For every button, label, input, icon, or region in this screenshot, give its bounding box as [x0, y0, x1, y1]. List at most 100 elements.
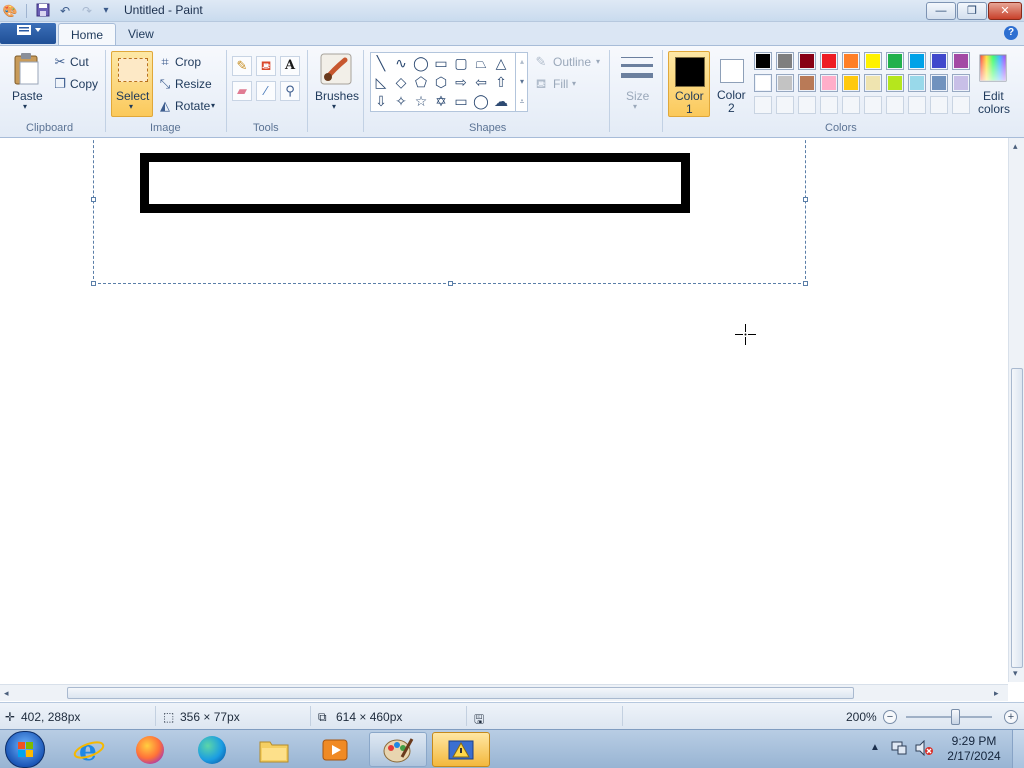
- palette-color-swatch[interactable]: [930, 52, 948, 70]
- palette-color-swatch[interactable]: [820, 52, 838, 70]
- redo-icon[interactable]: ↷: [79, 3, 95, 19]
- palette-color-swatch[interactable]: [908, 74, 926, 92]
- customize-quick-access-icon[interactable]: ▾: [98, 3, 114, 19]
- rounded-rectangle-shape-icon[interactable]: ▢: [452, 54, 470, 72]
- edit-colors-label-1[interactable]: Edit: [983, 89, 1004, 103]
- fill-bucket-icon[interactable]: ⛾: [256, 56, 276, 76]
- oval-shape-icon[interactable]: ◯: [412, 54, 430, 72]
- outline-button[interactable]: Outline: [553, 55, 591, 69]
- edit-colors-label-2[interactable]: colors: [978, 102, 1010, 116]
- oval-callout-shape-icon[interactable]: ◯: [472, 92, 490, 110]
- rotate-icon[interactable]: ◭: [157, 98, 173, 114]
- palette-custom-slot[interactable]: [798, 96, 816, 114]
- diamond-shape-icon[interactable]: ◇: [392, 73, 410, 91]
- selection-handle[interactable]: [803, 281, 808, 286]
- paste-dropdown-icon[interactable]: ▾: [23, 102, 27, 111]
- right-arrow-shape-icon[interactable]: ⇨: [452, 73, 470, 91]
- help-icon[interactable]: ?: [1004, 26, 1018, 40]
- zoom-slider-knob[interactable]: [951, 709, 960, 725]
- paint-taskbar-icon[interactable]: [369, 732, 427, 767]
- palette-color-swatch[interactable]: [776, 52, 794, 70]
- save-icon[interactable]: [35, 3, 51, 19]
- curve-shape-icon[interactable]: ∿: [392, 54, 410, 72]
- rotate-button[interactable]: Rotate: [175, 99, 210, 113]
- hexagon-shape-icon[interactable]: ⬡: [432, 73, 450, 91]
- palette-custom-slot[interactable]: [886, 96, 904, 114]
- cloud-callout-shape-icon[interactable]: ☁: [492, 92, 510, 110]
- rounded-callout-shape-icon[interactable]: ▭: [452, 92, 470, 110]
- color1-button[interactable]: Color 1: [668, 51, 710, 117]
- zoom-in-button[interactable]: +: [1004, 710, 1018, 724]
- outline-dropdown-icon[interactable]: ▾: [596, 57, 600, 66]
- pentagon-shape-icon[interactable]: ⬠: [412, 73, 430, 91]
- resize-button[interactable]: Resize: [175, 77, 212, 91]
- four-point-star-shape-icon[interactable]: ✧: [392, 92, 410, 110]
- outline-icon[interactable]: ✎: [533, 54, 549, 70]
- palette-color-swatch[interactable]: [754, 74, 772, 92]
- tab-home[interactable]: Home: [58, 23, 117, 45]
- scroll-down-icon[interactable]: ▾: [1013, 668, 1018, 679]
- chevron-up-icon[interactable]: ▴: [516, 52, 528, 72]
- palette-color-swatch[interactable]: [798, 52, 816, 70]
- palette-color-swatch[interactable]: [886, 74, 904, 92]
- selection-handle[interactable]: [91, 281, 96, 286]
- palette-color-swatch[interactable]: [798, 74, 816, 92]
- brushes-icon[interactable]: [319, 52, 353, 86]
- magnifier-icon[interactable]: ⚲: [280, 81, 300, 101]
- minimize-button[interactable]: —: [926, 2, 956, 20]
- pencil-icon[interactable]: ✎: [232, 56, 252, 76]
- horizontal-scroll-thumb[interactable]: [67, 687, 854, 699]
- internet-explorer-taskbar-icon[interactable]: e: [60, 732, 118, 767]
- rectangle-shape-icon[interactable]: ▭: [432, 54, 450, 72]
- palette-custom-slot[interactable]: [754, 96, 772, 114]
- vertical-scroll-thumb[interactable]: [1011, 368, 1023, 668]
- scroll-right-icon[interactable]: ▸: [994, 688, 999, 699]
- media-player-taskbar-icon[interactable]: [306, 732, 364, 767]
- scroll-left-icon[interactable]: ◂: [4, 688, 9, 699]
- drawing-canvas[interactable]: [0, 138, 1008, 682]
- color2-button[interactable]: Color 2: [712, 51, 752, 117]
- size-icon[interactable]: [620, 54, 654, 84]
- five-point-star-shape-icon[interactable]: ☆: [412, 92, 430, 110]
- palette-color-swatch[interactable]: [842, 74, 860, 92]
- palette-custom-slot[interactable]: [776, 96, 794, 114]
- rotate-dropdown-icon[interactable]: ▾: [211, 101, 215, 110]
- copy-button[interactable]: Copy: [70, 77, 98, 91]
- selection-handle[interactable]: [91, 197, 96, 202]
- size-button[interactable]: Size: [626, 89, 649, 103]
- active-app-taskbar-icon[interactable]: [432, 732, 490, 767]
- shapes-scroll[interactable]: ▴ ▾ ⩡: [515, 52, 528, 112]
- select-button[interactable]: Select ▾: [111, 51, 153, 117]
- triangle-shape-icon[interactable]: △: [492, 54, 510, 72]
- undo-icon[interactable]: ↶: [57, 3, 73, 19]
- palette-color-swatch[interactable]: [842, 52, 860, 70]
- tab-view[interactable]: View: [116, 23, 166, 45]
- paste-icon[interactable]: [12, 52, 42, 86]
- palette-color-swatch[interactable]: [754, 52, 772, 70]
- line-shape-icon[interactable]: ╲: [372, 54, 390, 72]
- volume-muted-icon[interactable]: [914, 739, 934, 759]
- paint-menu-button[interactable]: [0, 23, 56, 44]
- palette-color-swatch[interactable]: [864, 52, 882, 70]
- paint-app-icon[interactable]: 🎨: [2, 3, 18, 19]
- text-icon[interactable]: A: [280, 56, 300, 76]
- palette-color-swatch[interactable]: [908, 52, 926, 70]
- show-hidden-icons-icon[interactable]: ▲: [870, 742, 880, 753]
- cut-button[interactable]: Cut: [70, 55, 89, 69]
- palette-color-swatch[interactable]: [864, 74, 882, 92]
- close-button[interactable]: ✕: [988, 2, 1022, 20]
- edge-taskbar-icon[interactable]: [183, 732, 241, 767]
- selection-handle[interactable]: [448, 281, 453, 286]
- up-arrow-shape-icon[interactable]: ⇧: [492, 73, 510, 91]
- palette-color-swatch[interactable]: [820, 74, 838, 92]
- palette-custom-slot[interactable]: [908, 96, 926, 114]
- vertical-scrollbar[interactable]: ▴ ▾: [1008, 138, 1024, 682]
- resize-icon[interactable]: ⤡: [157, 76, 173, 92]
- network-icon[interactable]: [890, 740, 908, 759]
- six-point-star-shape-icon[interactable]: ✡: [432, 92, 450, 110]
- paste-button[interactable]: Paste: [12, 89, 43, 103]
- palette-color-swatch[interactable]: [952, 52, 970, 70]
- brushes-dropdown-icon[interactable]: ▾: [332, 102, 336, 111]
- right-triangle-shape-icon[interactable]: ◺: [372, 73, 390, 91]
- chevron-down-icon[interactable]: ▾: [516, 72, 528, 92]
